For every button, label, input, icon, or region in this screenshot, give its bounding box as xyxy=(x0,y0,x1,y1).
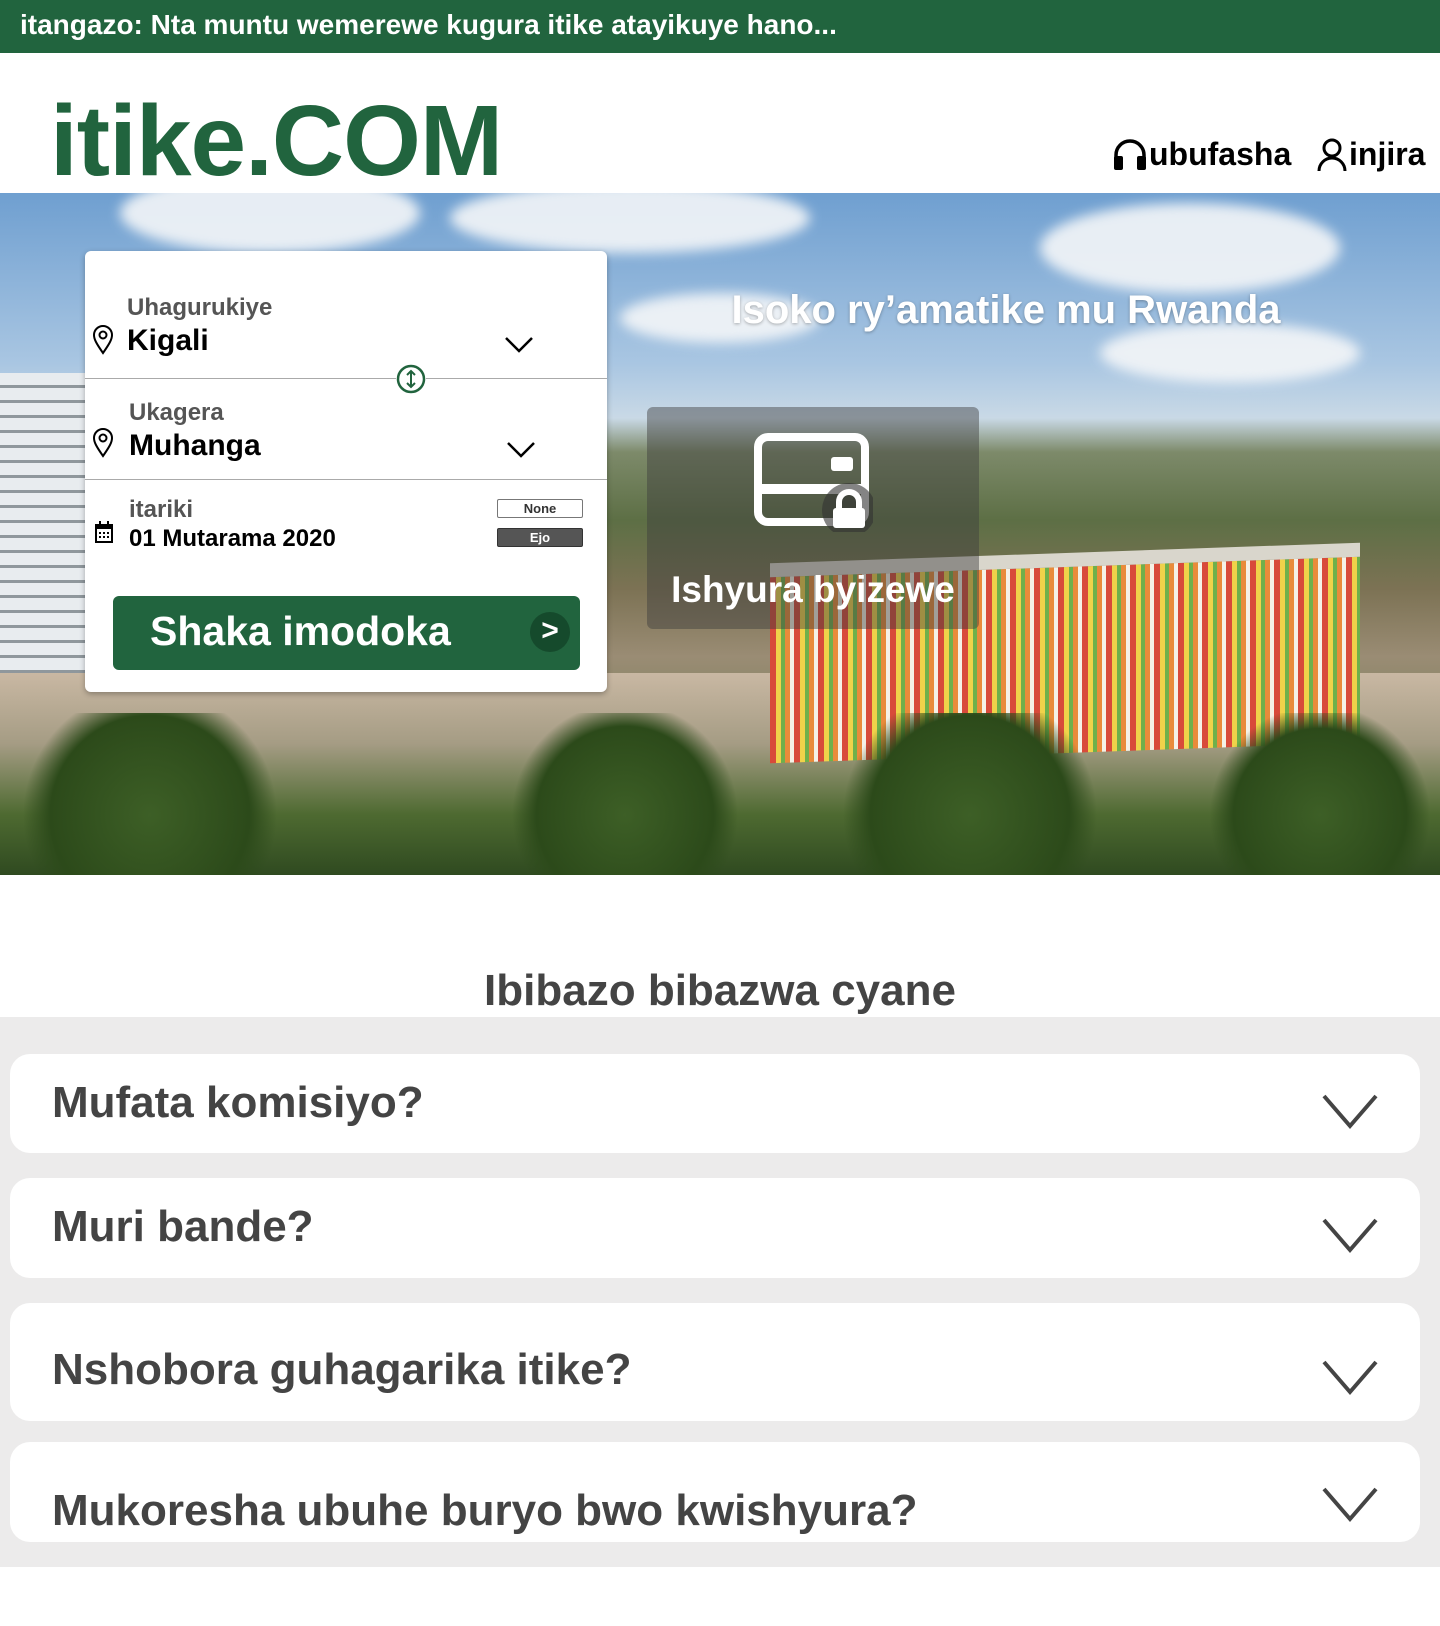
faq-question: Mufata komisiyo? xyxy=(52,1078,424,1127)
site-header: itike.COM ubufasha injira xyxy=(0,53,1440,193)
date-none-chip[interactable]: None xyxy=(497,499,583,518)
help-label: ubufasha xyxy=(1149,136,1292,172)
help-link[interactable]: ubufasha xyxy=(1113,136,1291,173)
user-icon xyxy=(1317,138,1347,171)
secure-card-icon xyxy=(754,433,873,532)
faq-question: Mukoresha ubuhe buryo bwo kwishyura? xyxy=(52,1486,918,1535)
chevron-down-icon xyxy=(1322,1218,1378,1254)
location-pin-icon xyxy=(92,325,114,355)
faq-item[interactable]: Muri bande? xyxy=(10,1178,1420,1278)
logo[interactable]: itike.COM xyxy=(50,91,503,191)
destination-select[interactable]: Muhanga xyxy=(129,429,261,463)
faq-section: Mufata komisiyo? Muri bande? Nshobora gu… xyxy=(0,1017,1440,1567)
date-label: itariki xyxy=(129,496,194,523)
divider xyxy=(85,479,607,480)
chevron-down-icon xyxy=(1322,1360,1378,1396)
faq-item[interactable]: Nshobora guhagarika itike? xyxy=(10,1303,1420,1421)
origin-select[interactable]: Kigali xyxy=(127,324,209,358)
chevron-down-icon xyxy=(1322,1094,1378,1130)
login-link[interactable]: injira xyxy=(1317,136,1425,173)
search-buses-button[interactable]: Shaka imodoka > xyxy=(113,596,580,670)
location-pin-icon xyxy=(92,428,114,458)
faq-heading: Ibibazo bibazwa cyane xyxy=(484,966,956,1015)
secure-payment-panel: Ishyura byizewe xyxy=(647,407,979,629)
faq-item[interactable]: Mufata komisiyo? xyxy=(10,1054,1420,1153)
calendar-icon xyxy=(95,521,113,543)
faq-item[interactable]: Mukoresha ubuhe buryo bwo kwishyura? xyxy=(10,1442,1420,1542)
secure-payment-label: Ishyura byizewe xyxy=(671,569,955,610)
arrow-right-icon: > xyxy=(530,612,570,652)
origin-label: Uhagurukiye xyxy=(127,294,273,321)
chevron-down-icon[interactable] xyxy=(505,337,533,353)
faq-question: Nshobora guhagarika itike? xyxy=(52,1345,632,1394)
search-form: Uhagurukiye Kigali Ukagera Muhanga itari… xyxy=(85,251,607,692)
search-button-label: Shaka imodoka xyxy=(150,608,451,654)
swap-icon[interactable] xyxy=(396,364,426,394)
destination-label: Ukagera xyxy=(129,399,224,426)
faq-question: Muri bande? xyxy=(52,1202,314,1251)
announcement-bar: itangazo: Nta muntu wemerewe kugura itik… xyxy=(0,0,1440,53)
date-tomorrow-chip[interactable]: Ejo xyxy=(497,528,583,547)
divider xyxy=(85,378,607,379)
announcement-text: itangazo: Nta muntu wemerewe kugura itik… xyxy=(20,9,837,40)
date-input[interactable]: 01 Mutarama 2020 xyxy=(129,525,336,553)
chevron-down-icon[interactable] xyxy=(507,442,535,458)
headphones-icon xyxy=(1114,138,1146,170)
chevron-down-icon xyxy=(1322,1487,1378,1523)
login-label: injira xyxy=(1349,136,1426,172)
